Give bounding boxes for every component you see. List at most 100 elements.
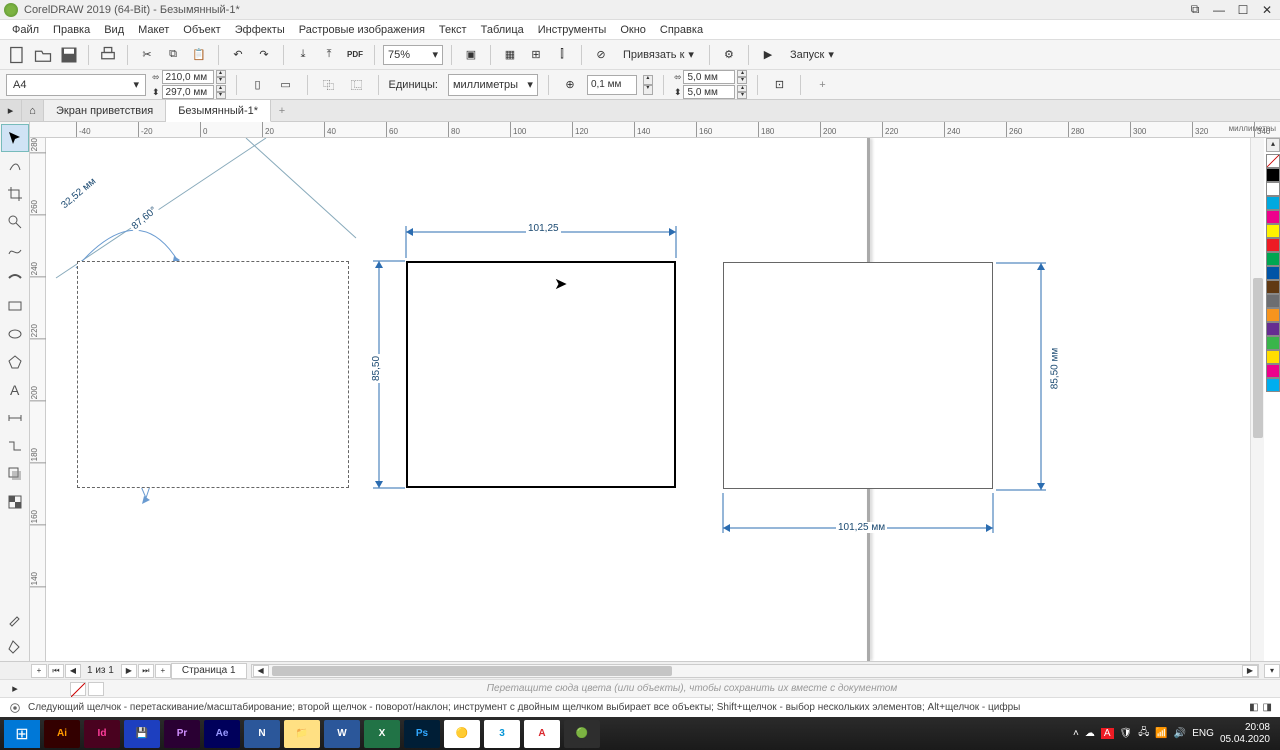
menu-tools[interactable]: Инструменты	[532, 22, 613, 38]
system-tray[interactable]: ˄ ☁ A 🛡 🖧 📶 🔊 ENG 20:08 05.04.2020	[1073, 722, 1276, 746]
tray-network-icon[interactable]: 🖧	[1138, 725, 1149, 742]
freehand-tool[interactable]	[1, 236, 29, 264]
tray-lang[interactable]: ENG	[1192, 728, 1214, 739]
page-tab-1[interactable]: Страница 1	[171, 663, 247, 679]
color-swatch[interactable]	[1266, 308, 1280, 322]
open-button[interactable]	[32, 44, 54, 66]
tray-volume-icon[interactable]: 🔊	[1174, 728, 1186, 739]
doc-palette-slot[interactable]	[70, 682, 86, 696]
last-page-button[interactable]: ⏭	[138, 664, 154, 678]
dup-y-spinner[interactable]: ▴▾	[737, 85, 747, 99]
menu-effects[interactable]: Эффекты	[229, 22, 291, 38]
units-select[interactable]: миллиметры▾	[448, 74, 538, 96]
start-button[interactable]: ⊞	[4, 720, 40, 748]
home-tab-button[interactable]: ⌂	[22, 100, 44, 121]
outline-indicator-icon[interactable]: ◨	[1263, 702, 1272, 713]
page-height-spinner[interactable]: ▴▾	[216, 85, 226, 99]
transparency-tool[interactable]	[1, 488, 29, 516]
fill-tool[interactable]	[1, 633, 29, 661]
taskbar-app-word[interactable]: W	[324, 720, 360, 748]
vertical-scrollbar[interactable]	[1250, 138, 1264, 661]
color-swatch[interactable]	[1266, 378, 1280, 392]
drawing-canvas[interactable]: 32,52 мм 87,60° 80,81° 101,25 85,50	[46, 138, 1280, 661]
taskbar-app-3ds[interactable]: 3	[484, 720, 520, 748]
taskbar-app-save[interactable]: 💾	[124, 720, 160, 748]
zoom-tool[interactable]	[1, 208, 29, 236]
menu-help[interactable]: Справка	[654, 22, 709, 38]
page-size-preset[interactable]: A4▾	[6, 74, 146, 96]
color-swatch[interactable]	[1266, 252, 1280, 266]
gear-icon[interactable]	[8, 701, 22, 715]
minimize-button[interactable]: —	[1210, 3, 1228, 17]
palette-menu-icon[interactable]: ▸	[0, 682, 30, 695]
fill-indicator-icon[interactable]: ◧	[1249, 702, 1258, 713]
snap-to-dropdown[interactable]: Привязать к▾	[616, 44, 701, 66]
palette-scroll-up[interactable]: ▴	[1266, 138, 1280, 152]
options-button[interactable]: ⚙	[718, 44, 740, 66]
export-button[interactable]: ⤒	[318, 44, 340, 66]
text-tool[interactable]: A	[1, 376, 29, 404]
menu-layout[interactable]: Макет	[132, 22, 175, 38]
color-swatch[interactable]	[1266, 364, 1280, 378]
horizontal-ruler[interactable]: миллиметры -40-2002040608010012014016018…	[30, 122, 1280, 138]
taskbar-app-excel[interactable]: X	[364, 720, 400, 748]
all-pages-button[interactable]: ⿻	[318, 74, 340, 96]
tray-cloud-icon[interactable]: ☁	[1085, 728, 1095, 739]
taskbar-app-chrome[interactable]: 🟡	[444, 720, 480, 748]
taskbar-app-pr[interactable]: Pr	[164, 720, 200, 748]
redo-button[interactable]: ↷	[253, 44, 275, 66]
menu-edit[interactable]: Правка	[47, 22, 96, 38]
color-swatch[interactable]	[1266, 280, 1280, 294]
treat-as-filled-button[interactable]: ⊡	[768, 74, 790, 96]
add-preset-button[interactable]: +	[811, 74, 833, 96]
horizontal-scroll-thumb[interactable]	[272, 666, 672, 676]
menu-view[interactable]: Вид	[98, 22, 130, 38]
vertical-ruler[interactable]: 140160180200220240260280	[30, 138, 46, 661]
page-width-input[interactable]: 210,0 мм	[162, 70, 214, 84]
undo-button[interactable]: ↶	[227, 44, 249, 66]
vertical-scroll-thumb[interactable]	[1253, 278, 1263, 438]
no-color-swatch[interactable]	[1266, 154, 1280, 168]
bold-rectangle[interactable]	[406, 261, 676, 488]
tray-chevron-icon[interactable]: ˄	[1073, 728, 1079, 739]
cut-button[interactable]: ✂	[136, 44, 158, 66]
portrait-button[interactable]: ▯	[247, 74, 269, 96]
page-height-input[interactable]: 297,0 мм	[162, 85, 214, 99]
dashed-rectangle[interactable]	[77, 261, 349, 488]
shape-tool[interactable]	[1, 152, 29, 180]
dup-x-spinner[interactable]: ▴▾	[737, 70, 747, 84]
taskbar-app-ai[interactable]: Ai	[44, 720, 80, 748]
color-swatch[interactable]	[1266, 350, 1280, 364]
color-swatch[interactable]	[1266, 266, 1280, 280]
help-overlay-icon[interactable]: ⧉	[1186, 3, 1204, 17]
color-swatch[interactable]	[1266, 168, 1280, 182]
paste-button[interactable]: 📋	[188, 44, 210, 66]
fullscreen-button[interactable]: ▣	[460, 44, 482, 66]
tray-shield-icon[interactable]: 🛡	[1120, 728, 1133, 739]
first-page-button[interactable]: ⏮	[48, 664, 64, 678]
color-swatch[interactable]	[1266, 182, 1280, 196]
connector-tool[interactable]	[1, 432, 29, 460]
app-launch-icon[interactable]: ▶	[757, 44, 779, 66]
taskbar-app-corel[interactable]: 🟢	[564, 720, 600, 748]
print-button[interactable]	[97, 44, 119, 66]
zoom-level[interactable]: 75%▾	[383, 45, 443, 65]
color-swatch[interactable]	[1266, 210, 1280, 224]
dup-y-input[interactable]: 5,0 мм	[683, 85, 735, 99]
eyedropper-tool[interactable]	[1, 605, 29, 633]
add-page-after-button[interactable]: +	[155, 664, 171, 678]
prev-page-button[interactable]: ◀	[65, 664, 81, 678]
maximize-button[interactable]: ☐	[1234, 3, 1252, 17]
add-tab-button[interactable]: +	[271, 100, 293, 121]
publish-pdf-button[interactable]: PDF	[344, 44, 366, 66]
menu-bitmaps[interactable]: Растровые изображения	[293, 22, 431, 38]
color-swatch[interactable]	[1266, 322, 1280, 336]
crop-tool[interactable]	[1, 180, 29, 208]
color-swatch[interactable]	[1266, 238, 1280, 252]
dimension-tool[interactable]	[1, 404, 29, 432]
add-page-button[interactable]: +	[31, 664, 47, 678]
launch-dropdown[interactable]: Запуск▾	[783, 44, 841, 66]
taskbar-app-ae[interactable]: Ae	[204, 720, 240, 748]
taskbar-app-id[interactable]: Id	[84, 720, 120, 748]
close-button[interactable]: ✕	[1258, 3, 1276, 17]
